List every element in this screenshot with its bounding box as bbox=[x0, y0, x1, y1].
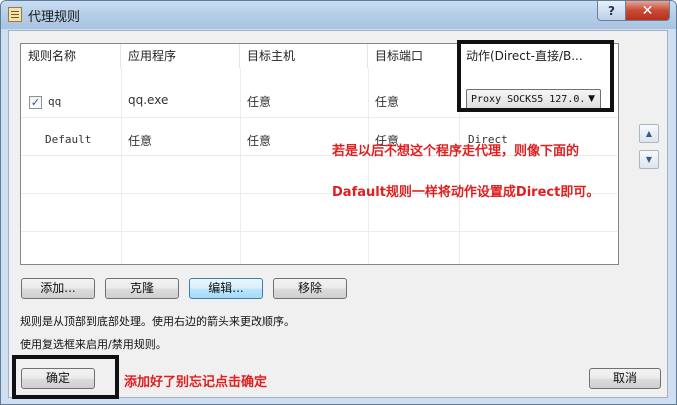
proxy-rules-window: 代理规则 ? ✕ 规则名称 应用程序 目标主机 目标端口 动作(Direct-直… bbox=[0, 0, 677, 405]
add-button[interactable]: 添加... bbox=[21, 278, 95, 299]
annotation-line-2: Dafault规则一样将动作设置成Direct即可。 bbox=[332, 185, 600, 200]
app-icon bbox=[8, 7, 22, 22]
target-host-cell: 任意 bbox=[247, 134, 272, 148]
window-title: 代理规则 bbox=[28, 10, 81, 25]
row-divider bbox=[21, 231, 618, 232]
ok-button[interactable]: 确定 bbox=[21, 368, 95, 389]
header-target-host[interactable]: 目标主机 bbox=[240, 44, 368, 68]
column-divider bbox=[121, 68, 122, 264]
clone-button[interactable]: 克隆 bbox=[105, 278, 179, 299]
ok-hint-annotation: 添加好了别忘记点击确定 bbox=[124, 375, 268, 390]
rule-name-cell: qq bbox=[48, 95, 62, 108]
title-bar[interactable]: 代理规则 ? ✕ bbox=[1, 1, 676, 29]
target-host-cell: 任意 bbox=[247, 95, 272, 109]
header-target-port[interactable]: 目标端口 bbox=[368, 44, 459, 68]
cancel-button[interactable]: 取消 bbox=[589, 368, 661, 389]
header-rule-name[interactable]: 规则名称 bbox=[21, 44, 121, 68]
column-divider bbox=[240, 68, 241, 264]
row-divider bbox=[21, 117, 618, 118]
move-down-button[interactable]: ▼ bbox=[639, 150, 659, 169]
rule-name-cell: Default bbox=[45, 133, 92, 146]
edit-button[interactable]: 编辑... bbox=[189, 278, 263, 299]
info-text-checkbox: 使用复选框来启用/禁用规则。 bbox=[20, 338, 167, 351]
help-button[interactable]: ? bbox=[597, 1, 626, 21]
column-divider bbox=[368, 68, 369, 264]
application-cell: 任意 bbox=[128, 134, 153, 148]
annotation-line-1: 若是以后不想这个程序走代理，则像下面的 bbox=[332, 144, 580, 159]
application-cell: qq.exe bbox=[128, 93, 169, 107]
remove-button[interactable]: 移除 bbox=[273, 278, 347, 299]
dialog-body: 规则名称 应用程序 目标主机 目标端口 动作(Direct-直接/B... ✓ … bbox=[8, 30, 668, 399]
action-highlight-box bbox=[457, 40, 614, 112]
move-up-button[interactable]: ▲ bbox=[639, 124, 659, 143]
target-port-cell: 任意 bbox=[375, 95, 400, 109]
close-button[interactable]: ✕ bbox=[625, 1, 670, 21]
rule-enabled-checkbox[interactable]: ✓ bbox=[29, 96, 42, 109]
info-text-order: 规则是从顶部到底部处理。使用右边的箭头来更改顺序。 bbox=[20, 315, 295, 328]
header-application[interactable]: 应用程序 bbox=[121, 44, 240, 68]
